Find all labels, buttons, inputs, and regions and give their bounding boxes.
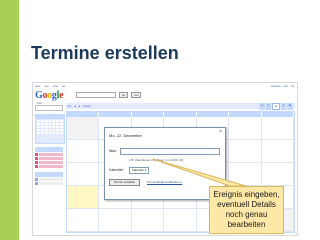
other-calendars-header[interactable] xyxy=(35,172,63,177)
next-arrow-icon[interactable]: ▸ xyxy=(79,104,81,108)
mini-calendar-days xyxy=(36,119,64,135)
create-event-button[interactable]: Termin erstellen xyxy=(109,179,141,186)
calendar-color-swatch xyxy=(35,161,38,164)
chevron-down-icon: ▾ xyxy=(144,168,147,172)
tab-day[interactable]: ▪ xyxy=(259,102,265,110)
calendar-list-item[interactable] xyxy=(35,182,63,185)
day-cell[interactable] xyxy=(67,163,100,186)
nav-link[interactable]: ▪▪▪▪ xyxy=(44,85,48,88)
day-cell[interactable] xyxy=(261,140,294,163)
edit-details-link[interactable]: Termindetails bearbeiten » xyxy=(147,180,182,184)
day-cell[interactable] xyxy=(67,209,100,232)
what-label: Was: xyxy=(109,149,117,153)
day-cell[interactable] xyxy=(261,117,294,140)
search-public-button[interactable]: ▪▪▪▪ xyxy=(131,92,142,98)
view-tabs: ▪ ▪ ▪▪ ▪ ▪▪ xyxy=(259,102,295,110)
nav-link[interactable]: ▪▪▪▪▪ xyxy=(35,85,40,88)
quick-add-event-popup: × Mo, 22. Dezember Was: z.B. Abendessen … xyxy=(104,127,226,200)
slide-title: Termine erstellen xyxy=(31,43,179,63)
calendar-color-swatch xyxy=(35,182,38,185)
event-title-input[interactable] xyxy=(120,148,220,155)
instruction-callout: Ereignis eingeben, eventuell Details noc… xyxy=(209,186,284,234)
logout-link[interactable]: ▪▪▪ xyxy=(291,85,294,88)
prev-arrow-icon[interactable]: ◂ xyxy=(74,104,76,108)
example-hint: z.B. Abendessen mit Peter um 19:00 Uhr xyxy=(129,158,184,162)
day-cell[interactable] xyxy=(229,140,262,163)
calendar-select[interactable]: Kalender ▾ xyxy=(129,167,150,174)
day-cell[interactable] xyxy=(261,163,294,186)
day-cell[interactable] xyxy=(131,209,165,232)
tab-4days[interactable]: ▪ xyxy=(280,102,286,110)
calendar-list-item[interactable] xyxy=(35,161,63,164)
day-cell[interactable] xyxy=(229,117,262,140)
calendar-color-swatch xyxy=(35,165,38,168)
calendar-color-swatch xyxy=(35,157,38,160)
day-cell[interactable] xyxy=(67,186,100,209)
current-month: ▪▪▪▪▪▪▪ xyxy=(83,103,91,108)
mini-calendar[interactable] xyxy=(35,114,65,144)
slide-accent-bar xyxy=(0,0,19,240)
day-cell[interactable] xyxy=(164,209,197,232)
close-icon[interactable]: × xyxy=(219,130,222,135)
calendar-search-row: ▪▪▪ ▪▪▪▪ xyxy=(76,92,142,98)
popup-date: Mo, 22. Dezember xyxy=(109,133,142,138)
calendar-label: Kalender: xyxy=(109,168,124,172)
calendar-list-item[interactable] xyxy=(35,153,63,156)
day-cell[interactable] xyxy=(67,117,100,140)
calendar-list-item[interactable] xyxy=(35,157,63,160)
nav-link[interactable]: ▪▪▪ xyxy=(62,85,65,88)
calendar-color-swatch xyxy=(35,153,38,156)
calendar-list-item[interactable] xyxy=(35,165,63,168)
tab-week[interactable]: ▪ xyxy=(265,102,271,110)
callout-text: Ereignis eingeben, eventuell Details noc… xyxy=(213,190,280,229)
my-calendars-header[interactable] xyxy=(35,147,63,152)
calendar-color-swatch xyxy=(35,178,38,181)
create-event-link[interactable] xyxy=(35,105,63,111)
tab-agenda[interactable]: ▪▪ xyxy=(286,102,293,110)
search-calendar-button[interactable]: ▪▪▪ xyxy=(119,92,129,98)
google-top-nav: ▪▪▪▪▪ ▪▪▪▪ ▪▪▪▪▪ ▪▪▪ xyxy=(35,85,65,88)
calendar-toolbar: ▪▪▪ ◂ ▸ ▪▪▪▪▪▪▪ ▪ ▪ ▪▪ ▪ ▪▪ xyxy=(66,102,295,110)
day-cell[interactable] xyxy=(67,140,100,163)
nav-link[interactable]: ▪▪▪▪▪ xyxy=(53,85,58,88)
calendar-select-value: Kalender xyxy=(132,168,145,172)
calendar-list-item[interactable] xyxy=(35,178,63,181)
day-cell[interactable] xyxy=(99,209,132,232)
day-cell[interactable] xyxy=(229,163,262,186)
left-sidebar xyxy=(35,105,65,185)
tab-month[interactable]: ▪▪ xyxy=(271,102,280,110)
settings-link[interactable]: ▪▪▪▪ xyxy=(284,85,288,88)
today-button[interactable]: ▪▪▪ xyxy=(68,104,71,108)
search-input[interactable] xyxy=(76,92,116,98)
user-email: ▪▪▪▪▪▪▪▪▪ xyxy=(270,84,281,88)
google-calendar-logo: Google xyxy=(35,90,64,101)
user-links: ▪▪▪▪▪▪▪▪▪ ▪▪▪▪ ▪▪▪ xyxy=(271,85,294,88)
